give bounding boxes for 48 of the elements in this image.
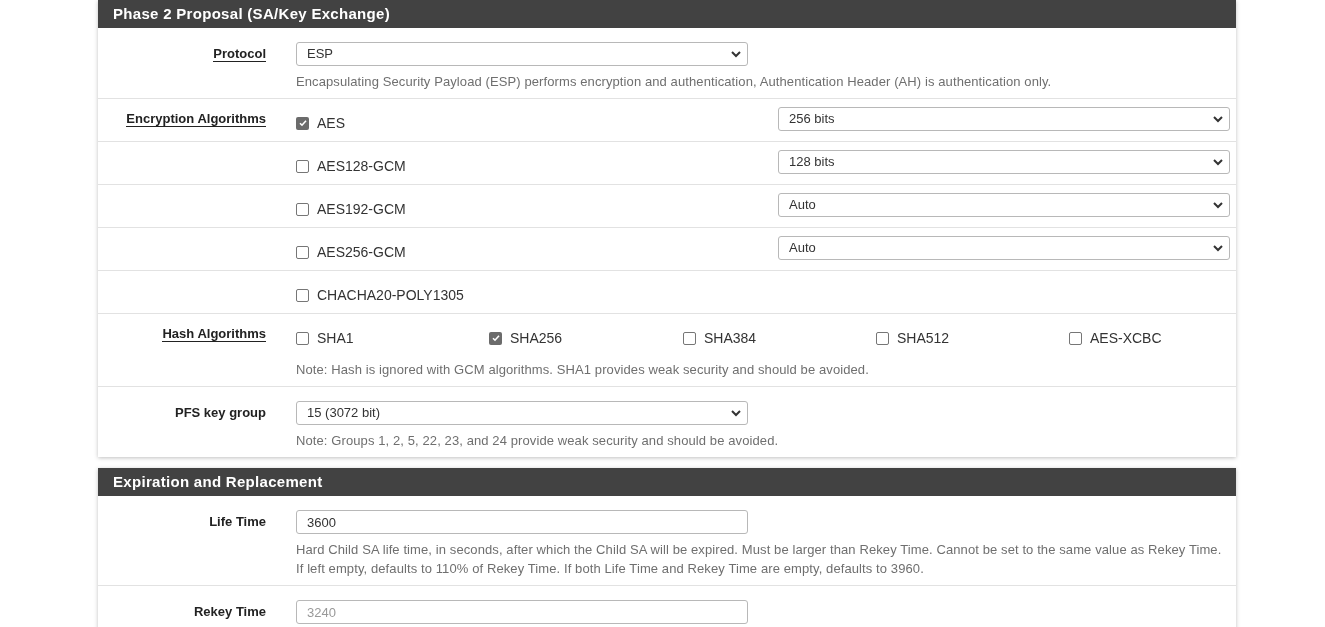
checkbox[interactable] (296, 116, 309, 130)
checkbox-label[interactable]: AES256-GCM (317, 244, 406, 260)
checkbox-label[interactable]: SHA1 (317, 330, 354, 346)
checkbox-label[interactable]: SHA256 (510, 330, 563, 346)
checkbox[interactable] (683, 331, 696, 345)
field-label: Life Time (209, 514, 266, 530)
chevron-down-icon (1213, 244, 1223, 252)
select-dropdown[interactable]: 15 (3072 bit) (296, 401, 748, 425)
checkbox-label[interactable]: AES128-GCM (317, 158, 406, 174)
select-dropdown[interactable]: 256 bits (778, 107, 1230, 131)
select-dropdown[interactable]: ESP (296, 42, 748, 66)
checkbox-label[interactable]: AES192-GCM (317, 201, 406, 217)
help-link[interactable]: Hash Algorithms (162, 326, 266, 342)
help-text: Hard Child SA life time, in seconds, after which the Child SA will be expired. Must be larger than Rekey Time. Cannot be set to the same value as Rekey Time. If left empty, defaults to 110% of Rekey Time. If both Life Time and Rekey Time are empty, defaults to 3960. (296, 541, 1223, 578)
checkbox-label[interactable]: SHA512 (897, 330, 950, 346)
help-text: Note: Groups 1, 2, 5, 22, 23, and 24 provide weak security and should be avoided. (296, 432, 780, 450)
checkbox[interactable] (876, 331, 889, 345)
checkbox[interactable] (1069, 331, 1082, 345)
field-label: Rekey Time (193, 604, 266, 620)
checkbox[interactable] (489, 331, 502, 345)
select-dropdown[interactable]: Auto (778, 236, 1230, 260)
text-input-field[interactable]: 3240 (296, 600, 748, 624)
chevron-down-icon (1213, 158, 1223, 166)
chevron-down-icon (1213, 201, 1223, 209)
text-input-field[interactable]: 3600 (296, 510, 748, 534)
chevron-down-icon (731, 50, 741, 58)
chevron-down-icon (731, 409, 741, 417)
checkbox-label[interactable]: SHA384 (704, 330, 757, 346)
checkbox-label[interactable]: AES (317, 115, 345, 131)
panel-header: Phase 2 Proposal (SA/Key Exchange) (98, 0, 1236, 28)
select-dropdown[interactable]: 128 bits (778, 150, 1230, 174)
chevron-down-icon (1213, 115, 1223, 123)
help-link[interactable]: Encryption Algorithms (126, 111, 266, 127)
check-icon (490, 333, 501, 343)
checkbox-label[interactable]: CHACHA20-POLY1305 (317, 287, 464, 303)
select-dropdown[interactable]: Auto (778, 193, 1230, 217)
checkbox[interactable] (296, 159, 309, 173)
checkbox[interactable] (296, 331, 309, 345)
checkbox-label[interactable]: AES-XCBC (1090, 330, 1162, 346)
checkbox[interactable] (296, 288, 309, 302)
panel-header: Expiration and Replacement (98, 468, 1236, 496)
field-label: PFS key group (174, 405, 266, 421)
checkbox[interactable] (296, 202, 309, 216)
help-text: Note: Hash is ignored with GCM algorithms. SHA1 provides weak security and should be avoided. (296, 361, 870, 379)
help-link[interactable]: Protocol (213, 46, 266, 62)
checkbox[interactable] (296, 245, 309, 259)
check-icon (297, 118, 308, 128)
help-text: Encapsulating Security Payload (ESP) performs encryption and authentication, Authentication Header (AH) is authentication only. (296, 73, 1053, 91)
